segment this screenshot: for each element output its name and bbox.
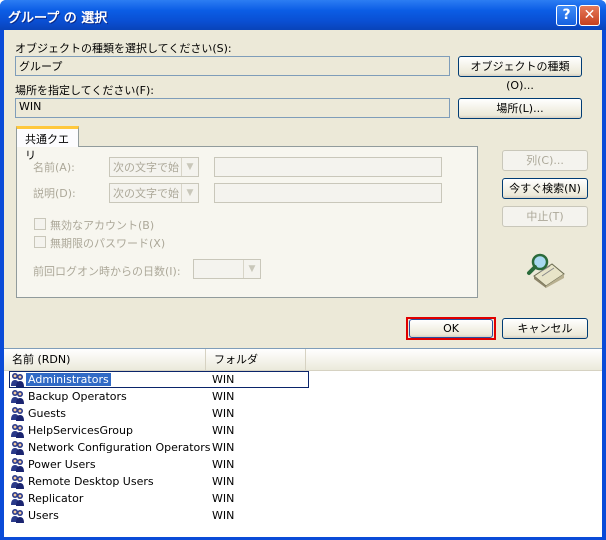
location-field: WIN — [15, 98, 450, 118]
description-label: 説明(D): — [33, 187, 76, 200]
row-name: Backup Operators — [28, 390, 127, 403]
search-magnifier-icon — [526, 252, 566, 288]
group-icon — [11, 407, 24, 421]
object-type-label: オブジェクトの種類を選択してください(S): — [15, 42, 232, 55]
name-input[interactable] — [214, 157, 442, 177]
dialog-body: オブジェクトの種類を選択してください(S): グループ オブジェクトの種類(O)… — [4, 30, 602, 537]
row-name: Users — [28, 509, 59, 522]
chevron-down-icon: ▼ — [243, 260, 260, 278]
name-mode-select[interactable]: 次の文字で始 ▼ — [109, 157, 199, 177]
table-row[interactable]: Administrators WIN — [4, 371, 602, 388]
group-icon — [11, 475, 24, 489]
description-mode-value: 次の文字で始 — [113, 187, 179, 200]
table-row[interactable]: Replicator WIN — [4, 490, 602, 507]
row-folder: WIN — [212, 390, 235, 403]
row-name: HelpServicesGroup — [28, 424, 133, 437]
days-since-logon-select[interactable]: ▼ — [193, 259, 261, 279]
tab-common-query[interactable]: 共通クエリ — [16, 126, 79, 162]
close-icon[interactable]: ✕ — [579, 5, 600, 26]
object-types-button[interactable]: オブジェクトの種類(O)... — [458, 56, 582, 92]
row-folder: WIN — [212, 509, 235, 522]
days-since-logon-label: 前回ログオン時からの日数(I): — [33, 265, 181, 278]
row-folder: WIN — [212, 475, 235, 488]
table-row[interactable]: HelpServicesGroup WIN — [4, 422, 602, 439]
ok-button[interactable]: OK — [409, 319, 493, 338]
column-header-folder[interactable]: フォルダ — [206, 349, 306, 370]
group-icon — [11, 390, 24, 404]
dialog-window: グループ の 選択 ? ✕ オブジェクトの種類を選択してください(S): グルー… — [0, 0, 606, 540]
group-icon — [11, 509, 24, 523]
row-name: Replicator — [28, 492, 84, 505]
row-name: Power Users — [28, 458, 96, 471]
name-label: 名前(A): — [33, 161, 75, 174]
disabled-accounts-checkbox[interactable] — [34, 218, 46, 230]
name-mode-value: 次の文字で始 — [113, 161, 179, 174]
search-results-list[interactable]: 名前 (RDN) フォルダ Administrators WIN Backup … — [4, 348, 602, 537]
group-icon — [11, 441, 24, 455]
locations-button[interactable]: 場所(L)... — [458, 98, 582, 119]
table-row[interactable]: Network Configuration Operators WIN — [4, 439, 602, 456]
find-now-button[interactable]: 今すぐ検索(N) — [502, 178, 588, 199]
row-name: Network Configuration Operators — [28, 441, 211, 454]
description-mode-select[interactable]: 次の文字で始 ▼ — [109, 183, 199, 203]
title-bar[interactable]: グループ の 選択 ? ✕ — [0, 0, 606, 30]
columns-button[interactable]: 列(C)... — [502, 150, 588, 171]
table-row[interactable]: Backup Operators WIN — [4, 388, 602, 405]
table-row[interactable]: Power Users WIN — [4, 456, 602, 473]
table-row[interactable]: Users WIN — [4, 507, 602, 524]
common-query-panel: 名前(A): 次の文字で始 ▼ 説明(D): 次の文字で始 ▼ 無効なアカウント… — [16, 146, 478, 298]
window-title: グループ の 選択 — [8, 11, 108, 26]
row-folder: WIN — [212, 407, 235, 420]
row-name: Guests — [28, 407, 67, 420]
group-icon — [11, 492, 24, 506]
chevron-down-icon: ▼ — [181, 184, 198, 202]
stop-button[interactable]: 中止(T) — [502, 206, 588, 227]
no-expire-password-label: 無期限のパスワード(X) — [50, 237, 166, 250]
group-icon — [11, 424, 24, 438]
cancel-button[interactable]: キャンセル — [502, 318, 588, 339]
results-header: 名前 (RDN) フォルダ — [4, 349, 602, 371]
row-folder: WIN — [212, 492, 235, 505]
no-expire-password-checkbox[interactable] — [34, 236, 46, 248]
chevron-down-icon: ▼ — [181, 158, 198, 176]
help-icon[interactable]: ? — [556, 5, 577, 26]
object-type-field: グループ — [15, 56, 450, 76]
table-row[interactable]: Guests WIN — [4, 405, 602, 422]
row-folder: WIN — [212, 441, 235, 454]
row-folder: WIN — [212, 458, 235, 471]
table-row[interactable]: Remote Desktop Users WIN — [4, 473, 602, 490]
row-folder: WIN — [212, 424, 235, 437]
row-name: Remote Desktop Users — [28, 475, 154, 488]
disabled-accounts-label: 無効なアカウント(B) — [50, 219, 155, 232]
description-input[interactable] — [214, 183, 442, 203]
location-label: 場所を指定してください(F): — [15, 84, 154, 97]
column-header-name[interactable]: 名前 (RDN) — [4, 349, 206, 370]
group-icon — [11, 458, 24, 472]
selection-focus-rect — [9, 371, 309, 388]
